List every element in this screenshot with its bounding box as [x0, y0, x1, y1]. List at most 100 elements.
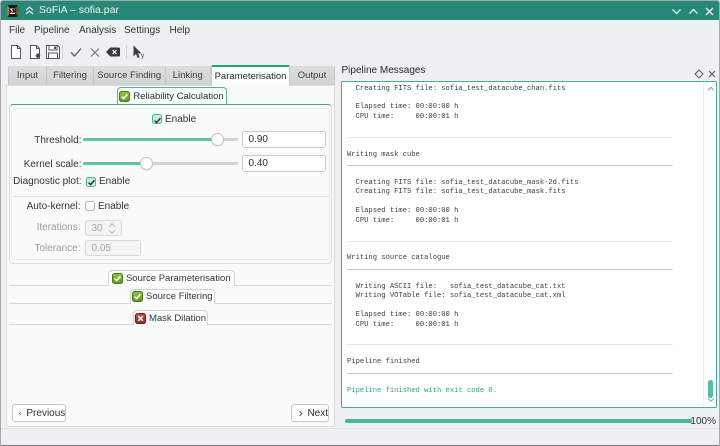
menu-help[interactable]: Help: [168, 20, 193, 41]
float-dock-icon[interactable]: [693, 68, 704, 79]
progress-percentage: 100%: [690, 415, 716, 427]
log-line: Writing mask cube: [347, 150, 420, 159]
application-window: Σ SoFiA – sofia.par File Pipeline Analysis…: [0, 0, 720, 446]
scroll-down-icon[interactable]: [707, 397, 715, 403]
crossed-icon: [134, 312, 146, 324]
next-button[interactable]: Next: [290, 404, 329, 422]
auto-kernel-enable-label: Enable: [98, 200, 130, 212]
run-pipeline-button[interactable]: [68, 44, 84, 60]
kernel-scale-input[interactable]: 0.40: [241, 155, 326, 172]
log-blank-line: [347, 122, 699, 131]
threshold-input[interactable]: 0.90: [241, 131, 326, 148]
save-file-button[interactable]: [45, 44, 61, 60]
menu-pipeline[interactable]: Pipeline: [32, 20, 72, 41]
new-file-button[interactable]: [8, 44, 24, 60]
close-dock-icon[interactable]: [707, 69, 717, 79]
minimize-button[interactable]: [671, 6, 682, 17]
spinbox-arrows-icon[interactable]: [106, 222, 118, 235]
log-blank-line: [347, 349, 699, 358]
section-tab-label: Mask Dilation: [148, 312, 207, 324]
menu-file[interactable]: File: [7, 20, 27, 41]
app-icon: Σ: [7, 4, 18, 17]
scrollbar-thumb[interactable]: [708, 380, 713, 398]
tab-input[interactable]: Input: [8, 65, 47, 85]
toolbar-separator: [126, 45, 127, 59]
previous-button[interactable]: Previous: [11, 404, 67, 422]
pipeline-messages-textarea[interactable]: Creating FITS file: sofia_test_datacube_…: [341, 81, 717, 408]
parameters-panel: Input Filtering Source Finding Linking Param…: [1, 62, 336, 428]
toolbar-separator: [62, 45, 63, 59]
abort-pipeline-button[interactable]: [87, 44, 103, 60]
kernel-scale-slider-fill: [83, 161, 147, 166]
clear-messages-button[interactable]: [105, 44, 121, 60]
reliability-enable-checkbox[interactable]: [151, 114, 162, 124]
log-line: Pipeline finished with exit code 0.: [347, 386, 497, 395]
scroll-up-icon[interactable]: [707, 86, 715, 92]
tolerance-input[interactable]: 0.05: [84, 240, 141, 256]
log-line: Elapsed time: 00:00:00 h: [347, 311, 459, 320]
tab-parameterisation[interactable]: Parameterisation: [211, 64, 290, 86]
form-separator: [14, 196, 329, 197]
tab-output[interactable]: Output: [290, 65, 335, 85]
log-blank-line: [347, 273, 699, 282]
open-file-button[interactable]: [27, 44, 43, 60]
log-line: Creating FITS file: sofia_test_datacube_…: [347, 84, 566, 93]
log-blank-line: [347, 245, 699, 254]
log-separator: ________________________________________…: [347, 339, 673, 348]
log-separator: ________________________________________…: [347, 263, 673, 272]
keep-above-icon[interactable]: [25, 6, 34, 15]
checked-icon: [119, 90, 131, 102]
tab-reliability-calculation[interactable]: Reliability Calculation: [116, 87, 227, 104]
menu-settings[interactable]: Settings: [122, 20, 162, 41]
iterations-label: Iterations:: [36, 222, 81, 233]
log-blank-line: [347, 302, 699, 311]
svg-text:y: y: [141, 53, 145, 60]
tab-linking[interactable]: Linking: [165, 65, 211, 85]
log-line: CPU time: 00:00:01 h: [347, 216, 459, 225]
tab-source-parameterisation[interactable]: Source Parameterisation: [107, 270, 235, 287]
chevron-left-icon: [18, 411, 22, 415]
maximize-button[interactable]: [688, 6, 699, 17]
pipeline-messages-dock: Pipeline Messages Creating FITS file: so…: [336, 63, 719, 428]
tab-mask-dilation[interactable]: Mask Dilation: [133, 310, 208, 326]
section-tab-label: Source Parameterisation: [125, 273, 231, 285]
log-blank-line: [347, 377, 699, 386]
vertical-scrollbar[interactable]: [703, 82, 716, 407]
log-line: Elapsed time: 00:00:00 h: [347, 103, 459, 112]
tab-source-filtering[interactable]: Source Filtering: [129, 288, 215, 304]
log-blank-line: [347, 170, 699, 179]
threshold-slider-fill: [83, 137, 218, 142]
dock-title: Pipeline Messages: [341, 65, 426, 76]
titlebar[interactable]: Σ SoFiA – sofia.par: [1, 1, 719, 20]
section-tab-label: Source Filtering: [145, 291, 213, 303]
tab-source-finding[interactable]: Source Finding: [94, 65, 166, 85]
log-line: Elapsed time: 00:00:00 h: [347, 207, 459, 216]
statusbar: [1, 428, 719, 445]
diagnostic-plot-label: Diagnostic plot:: [13, 176, 82, 187]
threshold-slider-handle[interactable]: [211, 133, 224, 146]
log-line: Pipeline finished: [347, 358, 420, 367]
previous-button-label: Previous: [26, 407, 66, 419]
tab-reliability-label: Reliability Calculation: [133, 90, 224, 102]
log-line: Writing source catalogue: [347, 254, 450, 263]
auto-kernel-label: Auto-kernel:: [26, 200, 81, 212]
log-blank-line: [347, 226, 699, 235]
kernel-scale-slider-handle[interactable]: [140, 157, 153, 170]
tolerance-label: Tolerance:: [34, 243, 81, 254]
tab-filtering[interactable]: Filtering: [47, 65, 94, 85]
whats-this-button[interactable]: y: [130, 44, 146, 60]
log-separator: ________________________________________…: [347, 235, 673, 244]
diagnostic-plot-checkbox[interactable]: [85, 176, 96, 187]
menu-analysis[interactable]: Analysis: [77, 20, 118, 41]
log-line: Writing ASCII file: sofia_test_datacube_…: [347, 282, 566, 291]
log-line: CPU time: 00:00:01 h: [347, 320, 459, 329]
next-button-label: Next: [307, 407, 328, 419]
log-blank-line: [347, 198, 699, 207]
reliability-enable-label: Enable: [165, 113, 197, 125]
log-blank-line: [347, 330, 699, 339]
auto-kernel-checkbox[interactable]: [84, 200, 95, 211]
checked-icon: [111, 273, 123, 285]
diagnostic-plot-enable-label: Enable: [99, 176, 131, 187]
close-button[interactable]: [704, 6, 715, 17]
chevron-right-icon: [298, 410, 303, 416]
